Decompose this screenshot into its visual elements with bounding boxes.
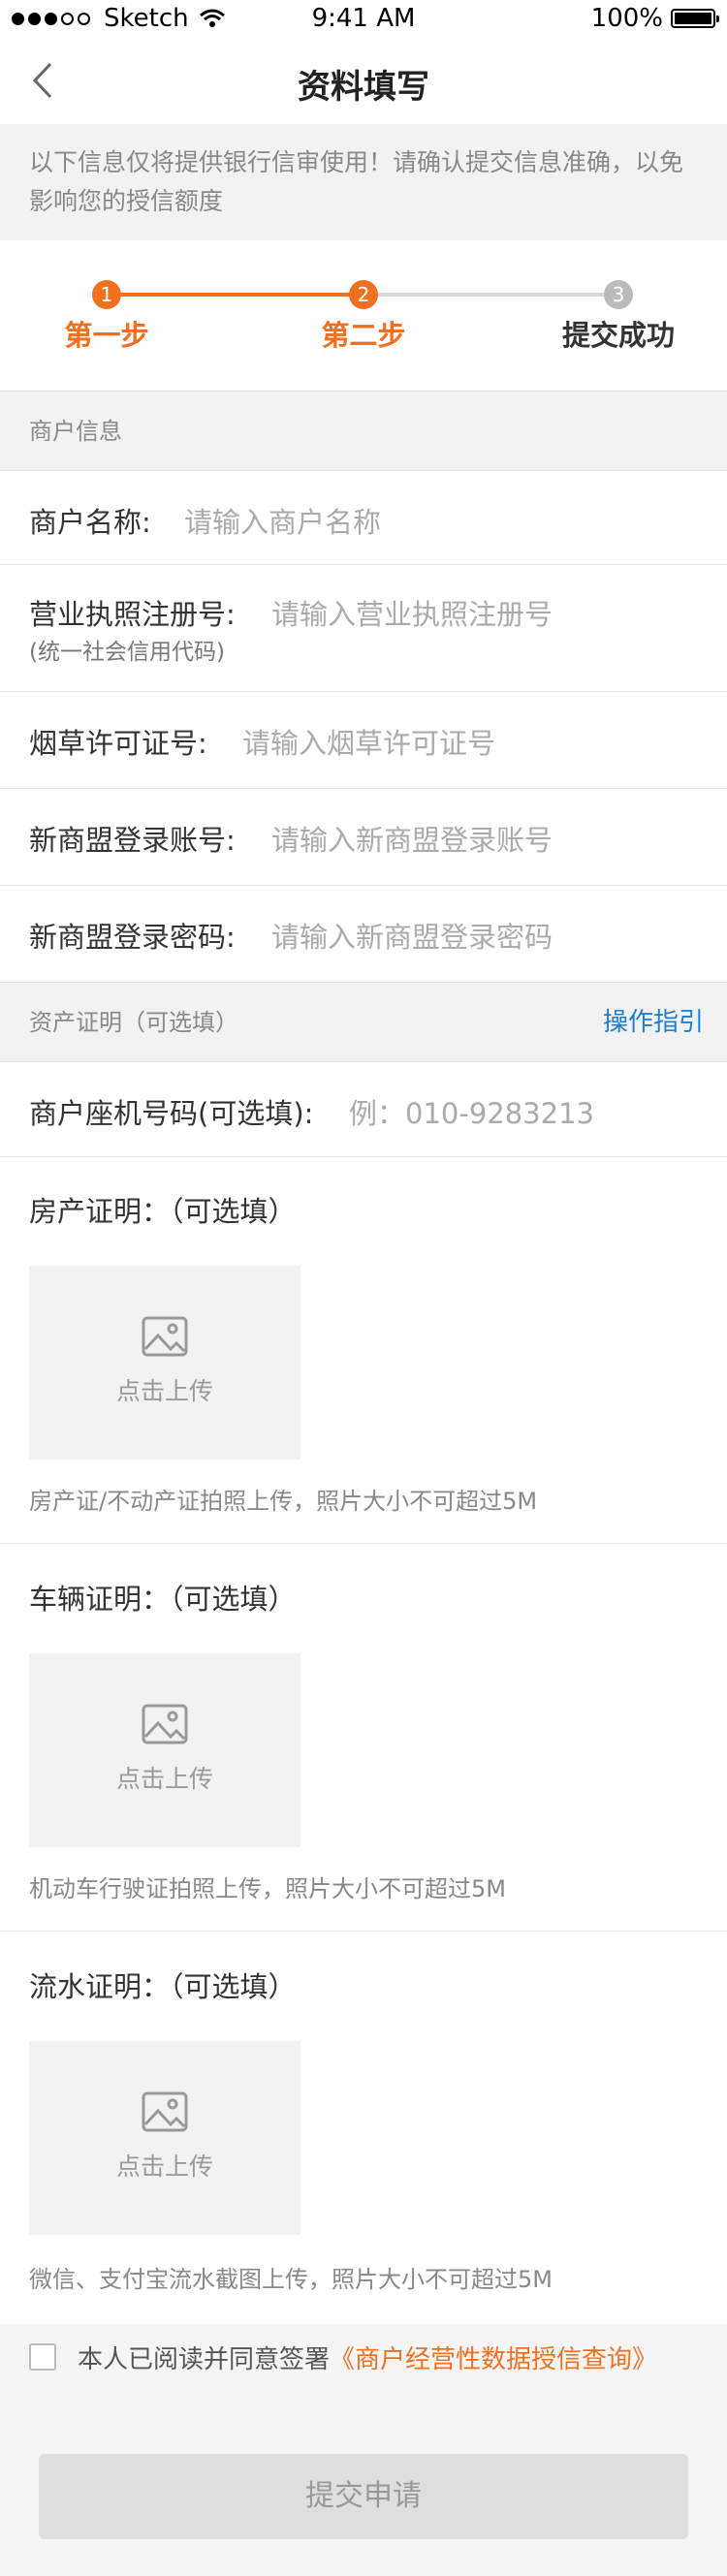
- agreement-checkbox[interactable]: [29, 2343, 56, 2371]
- step-2-label: 第二步: [321, 319, 406, 352]
- divider: [0, 1543, 727, 1544]
- phone-input[interactable]: 例：010-9283213: [349, 1091, 594, 1132]
- login-password-row[interactable]: 新商盟登录密码: 请输入新商盟登录密码: [0, 886, 727, 983]
- phone-row[interactable]: 商户座机号码(可选填): 例：010-9283213: [0, 1062, 727, 1157]
- nav-bar: 资料填写: [0, 39, 727, 124]
- upload-label: 点击上传: [115, 1377, 213, 1405]
- image-icon: [142, 1704, 188, 1744]
- vehicle-hint: 机动车行驶证拍照上传，照片大小不可超过5M: [29, 1875, 506, 1902]
- step-line-1: [107, 293, 364, 297]
- battery-info: 100%: [590, 4, 719, 33]
- merchant-name-input[interactable]: 请输入商户名称: [184, 500, 381, 541]
- section-title: 资产证明（可选填）: [29, 1009, 238, 1036]
- agreement-row: 本人已阅读并同意签署《商户经营性数据授信查询》: [0, 2324, 727, 2392]
- guide-link[interactable]: 操作指引: [603, 983, 704, 1063]
- field-label: 新商盟登录账号:: [29, 824, 236, 857]
- login-account-input[interactable]: 请输入新商盟登录账号: [271, 818, 553, 859]
- image-icon: [142, 2091, 188, 2132]
- section-title: 商户信息: [29, 418, 122, 445]
- login-password-input[interactable]: 请输入新商盟登录密码: [271, 915, 553, 956]
- submit-button[interactable]: 提交申请: [39, 2454, 688, 2539]
- merchant-section-header: 商户信息: [0, 391, 727, 471]
- property-proof-title: 房产证明：（可选填）: [29, 1195, 297, 1228]
- vehicle-proof-title: 车辆证明：（可选填）: [29, 1583, 297, 1616]
- upload-label: 点击上传: [115, 1765, 213, 1793]
- agreement-text: 本人已阅读并同意签署《商户经营性数据授信查询》: [78, 2340, 657, 2375]
- step-1-circle: 1: [92, 280, 121, 309]
- tobacco-license-input[interactable]: 请输入烟草许可证号: [242, 721, 495, 762]
- field-label: 新商盟登录密码:: [29, 921, 236, 954]
- battery-percent: 100%: [590, 4, 663, 33]
- step-2-circle: 2: [349, 280, 378, 309]
- statement-hint: 微信、支付宝流水截图上传，照片大小不可超过5M: [29, 2266, 553, 2293]
- image-icon: [142, 1316, 188, 1357]
- vehicle-upload-box[interactable]: 点击上传: [29, 1653, 300, 1847]
- divider: [0, 1931, 727, 1932]
- statement-upload-box[interactable]: 点击上传: [29, 2041, 300, 2235]
- battery-icon: [671, 9, 719, 28]
- agreement-link[interactable]: 《商户经营性数据授信查询》: [330, 2345, 657, 2374]
- license-input[interactable]: 请输入营业执照注册号: [271, 592, 553, 633]
- step-line-2: [364, 293, 620, 297]
- agreement-prefix: 本人已阅读并同意签署: [78, 2345, 331, 2374]
- step-3-label: 提交成功: [561, 319, 675, 352]
- login-account-row[interactable]: 新商盟登录账号: 请输入新商盟登录账号: [0, 789, 727, 886]
- asset-section-header: 资产证明（可选填） 操作指引: [0, 982, 727, 1062]
- upload-label: 点击上传: [115, 2152, 213, 2181]
- status-bar: Sketch 9:41 AM 100%: [0, 0, 727, 39]
- field-label: 营业执照注册号:: [29, 598, 236, 631]
- license-row[interactable]: 营业执照注册号: 请输入营业执照注册号 (统一社会信用代码): [0, 565, 727, 692]
- notice-banner: 以下信息仅将提供银行信审使用！请确认提交信息准确，以免影响您的授信额度: [0, 124, 727, 240]
- tobacco-license-row[interactable]: 烟草许可证号: 请输入烟草许可证号: [0, 692, 727, 789]
- field-label: 商户名称:: [29, 506, 151, 539]
- proof-area: 房产证明：（可选填） 点击上传 房产证/不动产证拍照上传，照片大小不可超过5M …: [0, 1157, 727, 2324]
- step-1-label: 第一步: [64, 319, 149, 352]
- property-upload-box[interactable]: 点击上传: [29, 1266, 300, 1460]
- field-sublabel: (统一社会信用代码): [29, 640, 225, 665]
- page-title: 资料填写: [298, 68, 429, 107]
- statement-proof-title: 流水证明：（可选填）: [29, 1970, 297, 2003]
- step-indicator: 1 2 3 第一步 第二步 提交成功: [0, 240, 727, 391]
- merchant-name-row[interactable]: 商户名称: 请输入商户名称: [0, 471, 727, 565]
- step-3-circle: 3: [604, 280, 633, 309]
- field-label: 烟草许可证号:: [29, 727, 207, 760]
- field-label: 商户座机号码(可选填):: [29, 1097, 314, 1130]
- property-hint: 房产证/不动产证拍照上传，照片大小不可超过5M: [29, 1488, 538, 1515]
